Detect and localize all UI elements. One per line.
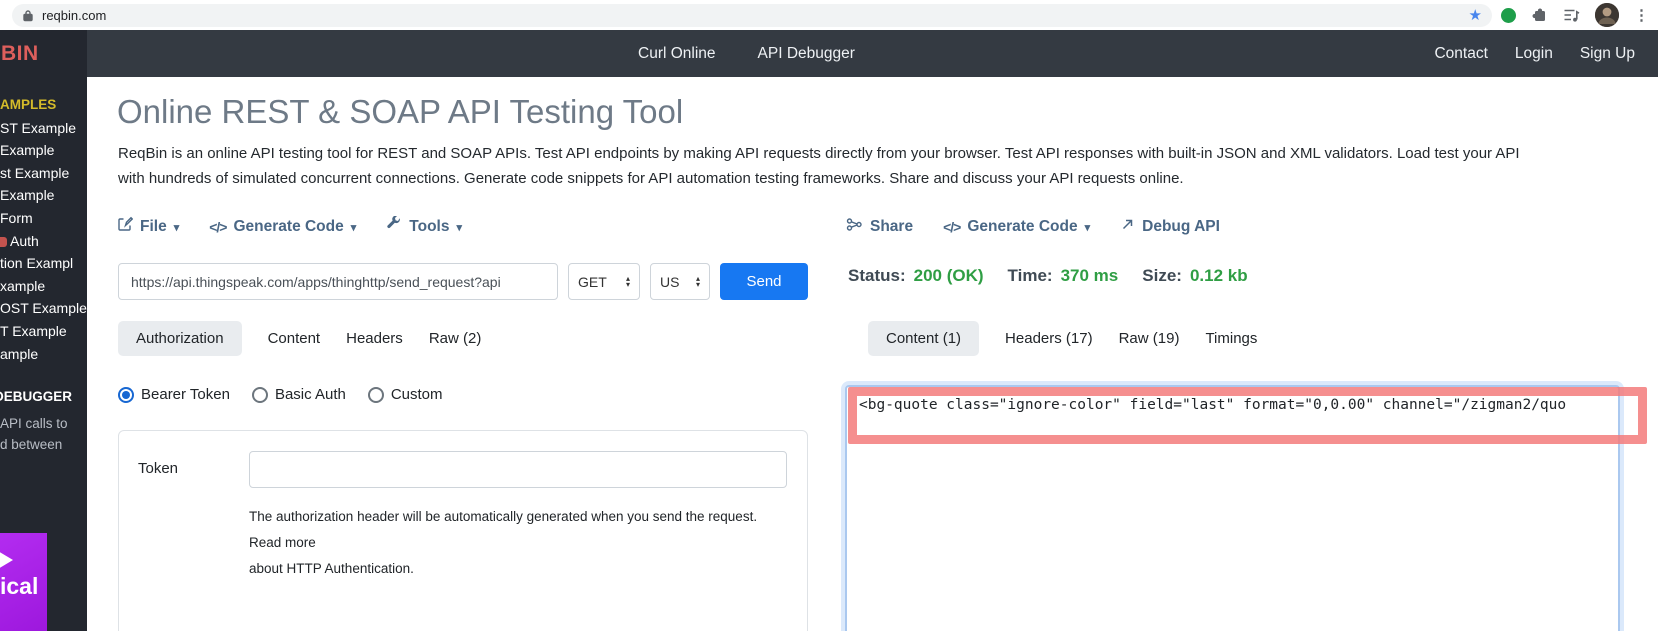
response-toolbar: Share </> Generate Code ▾ Debug API <box>846 216 1220 237</box>
sidebar-item[interactable]: tion Exampl <box>0 252 87 275</box>
sidebar-ad-banner[interactable]: ical <box>0 533 47 631</box>
radio-custom[interactable]: Custom <box>368 386 443 403</box>
debug-arrow-icon <box>1120 217 1135 237</box>
browser-toolbar: reqbin.com ★ <box>0 0 1658 30</box>
status-label: Status: <box>848 266 906 286</box>
share-icon <box>846 216 863 237</box>
token-panel: Token The authorization header will be a… <box>118 430 808 631</box>
time-value: 370 ms <box>1061 266 1119 286</box>
tab-authorization[interactable]: Authorization <box>118 321 242 356</box>
sidebar-item[interactable]: st Example <box>0 162 87 185</box>
profile-avatar[interactable] <box>1595 3 1619 27</box>
sidebar-item[interactable]: T Example <box>0 320 87 343</box>
status-value: 200 (OK) <box>914 266 984 286</box>
page-title: Online REST & SOAP API Testing Tool <box>117 93 683 131</box>
sidebar-item[interactable]: ample <box>0 343 87 366</box>
radio-selected-icon <box>118 387 134 403</box>
sidebar-item[interactable]: Auth <box>0 230 87 253</box>
response-status-row: Status: 200 (OK) Time: 370 ms Size: 0.12… <box>848 266 1272 286</box>
sidebar-item[interactable]: Form <box>0 207 87 230</box>
url-text: reqbin.com <box>42 8 106 23</box>
stepper-arrows-icon: ▴▾ <box>626 276 630 288</box>
chevron-down-icon: ▾ <box>174 219 180 234</box>
method-select[interactable]: GET ▴▾ <box>568 263 640 300</box>
sidebar-description-line: API calls to <box>0 414 87 435</box>
code-icon: </> <box>943 219 960 235</box>
radio-basic-auth[interactable]: Basic Auth <box>252 386 346 403</box>
send-button[interactable]: Send <box>720 263 808 300</box>
stepper-arrows-icon: ▴▾ <box>696 276 700 288</box>
response-tabs: Content (1) Headers (17) Raw (19) Timing… <box>868 321 1257 356</box>
sidebar-item[interactable]: ST Example <box>0 117 87 140</box>
tab-headers[interactable]: Headers <box>346 321 403 356</box>
tab-response-content[interactable]: Content (1) <box>868 321 979 356</box>
auth-mode-row: Bearer Token Basic Auth Custom <box>118 386 443 403</box>
extension-badge-icon[interactable] <box>1501 8 1516 23</box>
page-description: ReqBin is an online API testing tool for… <box>118 141 1520 191</box>
token-label: Token <box>138 451 249 488</box>
tab-response-timings[interactable]: Timings <box>1205 321 1257 356</box>
token-help-text: The authorization header will be automat… <box>249 504 787 582</box>
nav-item-contact[interactable]: Contact <box>1434 45 1487 63</box>
request-toolbar: File ▾ </> Generate Code ▾ Tools ▾ <box>117 216 462 237</box>
browser-menu-icon[interactable]: ⋮ <box>1634 8 1649 23</box>
lock-icon <box>22 9 34 22</box>
screen: reqbin.com ★ <box>0 0 1658 631</box>
share-button[interactable]: Share <box>846 216 913 237</box>
clipped-icon-fragment <box>0 237 7 247</box>
sidebar-item[interactable]: Example <box>0 139 87 162</box>
media-controls-icon[interactable] <box>1563 8 1580 23</box>
sidebar-item[interactable]: Example <box>0 184 87 207</box>
brand-logo[interactable]: BIN <box>0 30 87 77</box>
sidebar-section-examples: AMPLES <box>0 94 87 117</box>
nav-item-api-debugger[interactable]: API Debugger <box>758 45 855 63</box>
bookmark-star-icon[interactable]: ★ <box>1469 8 1482 23</box>
size-label: Size: <box>1142 266 1182 286</box>
ad-arrow-icon <box>0 548 13 572</box>
tab-content[interactable]: Content <box>268 321 321 356</box>
radio-icon <box>252 387 268 403</box>
nav-item-login[interactable]: Login <box>1515 45 1553 63</box>
time-label: Time: <box>1008 266 1053 286</box>
tools-menu-button[interactable]: Tools ▾ <box>386 216 462 237</box>
file-menu-button[interactable]: File ▾ <box>117 216 179 237</box>
nav-item-signup[interactable]: Sign Up <box>1580 45 1635 63</box>
locale-select[interactable]: US ▴▾ <box>650 263 710 300</box>
extensions-puzzle-icon[interactable] <box>1531 7 1548 24</box>
code-icon: </> <box>209 219 226 235</box>
generate-code-button[interactable]: </> Generate Code ▾ <box>209 218 356 236</box>
sidebar-item[interactable]: xample <box>0 275 87 298</box>
request-url-row: GET ▴▾ US ▴▾ Send <box>118 263 808 300</box>
tab-raw[interactable]: Raw (2) <box>429 321 482 356</box>
highlight-annotation <box>848 387 1647 444</box>
sidebar-item[interactable]: OST Example <box>0 297 87 320</box>
chevron-down-icon: ▾ <box>351 219 357 234</box>
tab-response-headers[interactable]: Headers (17) <box>1005 321 1093 356</box>
ad-label: ical <box>0 573 38 600</box>
chevron-down-icon: ▾ <box>456 219 462 234</box>
address-bar[interactable]: reqbin.com ★ <box>12 4 1492 27</box>
sidebar-description-line: d between <box>0 435 87 456</box>
debug-api-button[interactable]: Debug API <box>1120 217 1220 237</box>
chevron-down-icon: ▾ <box>1085 219 1091 234</box>
top-navigation: BIN Curl Online API Debugger Contact Log… <box>0 30 1658 77</box>
request-url-input[interactable] <box>118 263 558 300</box>
size-value: 0.12 kb <box>1190 266 1248 286</box>
file-edit-icon <box>117 216 133 237</box>
token-input[interactable] <box>249 451 787 488</box>
nav-item-curl-online[interactable]: Curl Online <box>638 45 716 63</box>
tab-response-raw[interactable]: Raw (19) <box>1119 321 1180 356</box>
request-tabs: Authorization Content Headers Raw (2) <box>118 321 481 356</box>
examples-sidebar: AMPLES ST Example Example st Example Exa… <box>0 77 87 631</box>
radio-bearer-token[interactable]: Bearer Token <box>118 386 230 403</box>
sidebar-section-debugger: DEBUGGER <box>0 389 87 404</box>
wrench-icon <box>386 216 402 237</box>
radio-icon <box>368 387 384 403</box>
generate-code-button[interactable]: </> Generate Code ▾ <box>943 218 1090 236</box>
